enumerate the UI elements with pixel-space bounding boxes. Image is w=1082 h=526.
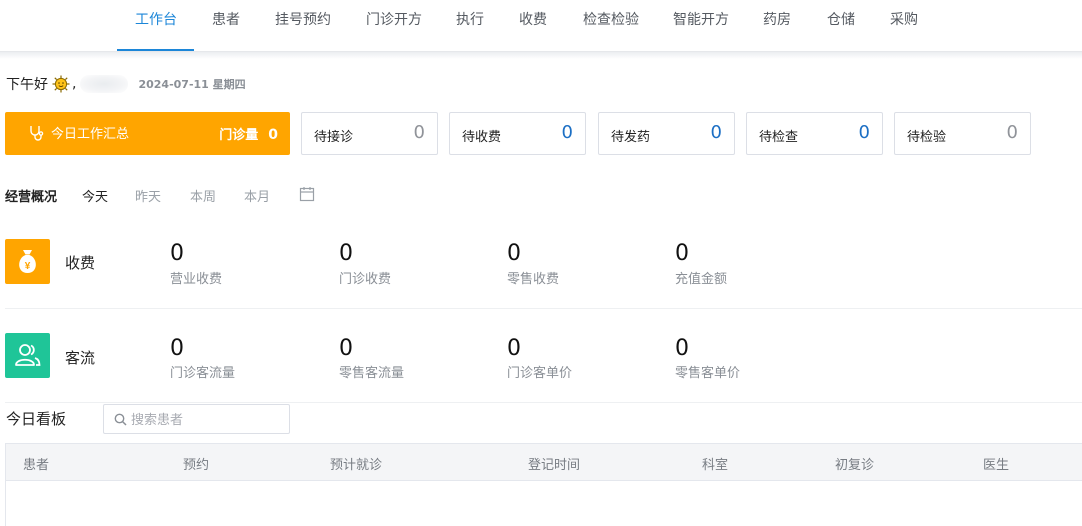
- nav-tab-pharmacy[interactable]: 药房: [763, 0, 791, 52]
- period-tab-this-week[interactable]: 本周: [190, 186, 216, 205]
- money-bag-icon: ¥: [5, 239, 50, 284]
- nav-tab-workbench[interactable]: 工作台: [135, 0, 177, 52]
- pending-dispense-label: 待发药: [611, 130, 651, 145]
- nav-tab-warehouse[interactable]: 仓储: [827, 0, 855, 52]
- outpatient-volume-value: 0: [268, 127, 278, 143]
- today-board-table: 患者 预约 预计就诊 登记时间 科室 初复诊 医生: [5, 443, 1082, 526]
- period-tab-today[interactable]: 今天: [82, 186, 108, 205]
- today-work-summary-card[interactable]: 今日工作汇总 门诊量 0: [5, 112, 290, 155]
- calendar-icon[interactable]: [299, 186, 315, 202]
- recharge-amount-label: 充值金额: [675, 272, 728, 287]
- outpatient-volume-label: 门诊量: [219, 128, 259, 143]
- pending-consultation-box[interactable]: 待接诊 0: [301, 112, 438, 155]
- pending-payment-label: 待收费: [462, 130, 502, 145]
- column-header-patient[interactable]: 患者: [23, 454, 49, 473]
- top-navigation: 工作台 患者 挂号预约 门诊开方 执行 收费 检查检验 智能开方 药房 仓储 采…: [0, 0, 1082, 52]
- outpatient-revenue-value: 0: [339, 241, 353, 266]
- outpatient-traffic-value: 0: [170, 336, 184, 361]
- outpatient-volume: 门诊量 0: [219, 124, 278, 143]
- business-overview-title: 经营概况: [5, 190, 58, 205]
- column-header-appointment[interactable]: 预约: [183, 454, 209, 473]
- greeting-bar: 下午好 , 2024-07-11 星期四: [6, 73, 246, 95]
- column-header-visit-type[interactable]: 初复诊: [835, 454, 874, 473]
- outpatient-traffic-label: 门诊客流量: [170, 366, 236, 381]
- patient-search-box[interactable]: [103, 404, 290, 434]
- outpatient-unit-price-value: 0: [507, 336, 521, 361]
- nav-tab-examination[interactable]: 检查检验: [583, 0, 639, 52]
- greeting-comma: ,: [72, 76, 77, 92]
- period-tab-yesterday[interactable]: 昨天: [135, 186, 161, 205]
- retail-revenue-label: 零售收费: [507, 272, 560, 287]
- column-header-department[interactable]: 科室: [702, 454, 728, 473]
- nav-tab-purchasing[interactable]: 采购: [890, 0, 918, 52]
- sun-face-icon: [52, 75, 70, 93]
- nav-tab-patients[interactable]: 患者: [212, 0, 240, 52]
- pending-examination-box[interactable]: 待检查 0: [746, 112, 883, 155]
- active-tab-indicator: [117, 49, 194, 51]
- retail-unit-price-label: 零售客单价: [675, 366, 741, 381]
- column-header-registration-time[interactable]: 登记时间: [528, 454, 580, 473]
- pending-consultation-label: 待接诊: [314, 130, 354, 145]
- pending-payment-count: 0: [561, 122, 573, 143]
- current-date: 2024-07-11 星期四: [138, 78, 246, 91]
- greeting-text: 下午好: [6, 77, 48, 93]
- table-header: 患者 预约 预计就诊 登记时间 科室 初复诊 医生: [6, 444, 1082, 481]
- column-header-doctor[interactable]: 医生: [983, 454, 1009, 473]
- nav-tab-registration[interactable]: 挂号预约: [275, 0, 331, 52]
- nav-tab-smart-prescription[interactable]: 智能开方: [673, 0, 729, 52]
- recharge-amount-value: 0: [675, 241, 689, 266]
- retail-traffic-value: 0: [339, 336, 353, 361]
- users-icon: [5, 333, 50, 378]
- section-divider: [5, 308, 1082, 309]
- pending-consultation-count: 0: [413, 122, 425, 143]
- category-charging-label: 收费: [65, 254, 96, 272]
- search-icon: [114, 413, 127, 426]
- today-board-title: 今日看板: [6, 410, 67, 428]
- user-name-redacted: [80, 75, 129, 93]
- retail-traffic-label: 零售客流量: [339, 366, 405, 381]
- pending-payment-box[interactable]: 待收费 0: [449, 112, 586, 155]
- pending-dispense-box[interactable]: 待发药 0: [598, 112, 735, 155]
- nav-tab-outpatient-prescription[interactable]: 门诊开方: [366, 0, 422, 52]
- patient-search-input[interactable]: [131, 409, 286, 429]
- stethoscope-icon: [30, 126, 44, 141]
- outpatient-unit-price-label: 门诊客单价: [507, 366, 573, 381]
- svg-text:¥: ¥: [25, 261, 31, 272]
- section-divider: [5, 402, 1082, 403]
- pending-examination-count: 0: [858, 122, 870, 143]
- nav-tab-execution[interactable]: 执行: [456, 0, 484, 52]
- nav-tab-charging[interactable]: 收费: [519, 0, 547, 52]
- pending-lab-test-label: 待检验: [907, 130, 947, 145]
- business-revenue-label: 营业收费: [170, 272, 223, 287]
- column-header-expected-visit[interactable]: 预计就诊: [330, 454, 382, 473]
- pending-examination-label: 待检查: [759, 130, 799, 145]
- retail-revenue-value: 0: [507, 241, 521, 266]
- period-tab-this-month[interactable]: 本月: [244, 186, 270, 205]
- outpatient-revenue-label: 门诊收费: [339, 272, 392, 287]
- pending-lab-test-box[interactable]: 待检验 0: [894, 112, 1031, 155]
- summary-title: 今日工作汇总: [51, 127, 130, 142]
- pending-dispense-count: 0: [710, 122, 722, 143]
- category-customer-flow-label: 客流: [65, 349, 96, 367]
- retail-unit-price-value: 0: [675, 336, 689, 361]
- business-revenue-value: 0: [170, 241, 184, 266]
- pending-lab-test-count: 0: [1006, 122, 1018, 143]
- nav-shadow: [0, 52, 1082, 59]
